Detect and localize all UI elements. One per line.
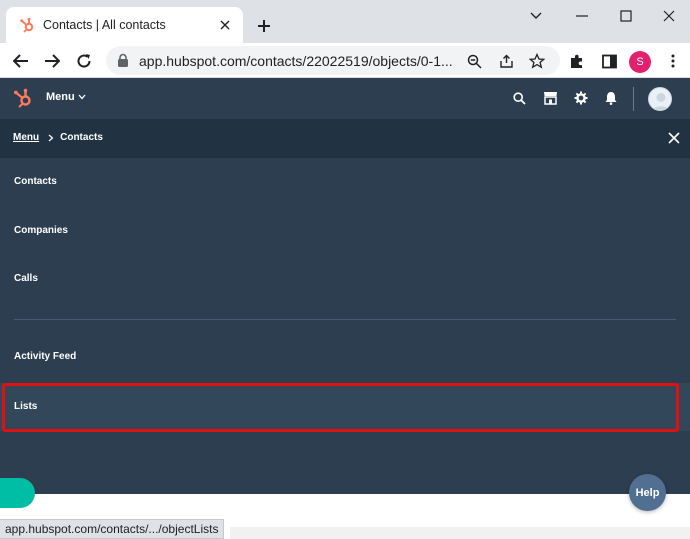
maximize-window-icon[interactable] [603, 4, 649, 28]
chevron-down-icon [78, 94, 86, 100]
contacts-submenu-panel: Contacts Companies Calls Activity Feed L… [0, 158, 690, 494]
menu-item-label: Contacts [14, 176, 57, 187]
back-arrow-icon[interactable] [8, 48, 34, 74]
browser-toolbar: app.hubspot.com/contacts/22022519/object… [0, 43, 690, 78]
extensions-puzzle-icon[interactable] [564, 48, 590, 74]
horizontal-scrollbar[interactable] [230, 527, 690, 539]
share-icon[interactable] [496, 51, 516, 71]
help-button[interactable]: Help [629, 474, 666, 511]
hubspot-favicon-icon [20, 17, 34, 33]
new-tab-plus-icon[interactable] [252, 14, 276, 38]
hubspot-top-nav: Menu [0, 78, 690, 119]
minimize-window-icon[interactable] [559, 4, 605, 28]
user-avatar[interactable] [648, 87, 672, 111]
tab-close-icon[interactable] [217, 17, 233, 33]
tab-search-chevron-icon[interactable] [513, 4, 559, 28]
status-bar-url: app.hubspot.com/contacts/.../objectLists [0, 519, 225, 539]
tab-title: Contacts | All contacts [43, 18, 166, 32]
menu-item-contacts[interactable]: Contacts [0, 158, 690, 206]
menu-breadcrumb-bar: Menu Contacts [0, 119, 690, 158]
browser-tab-strip: Contacts | All contacts [0, 0, 690, 43]
settings-gear-icon[interactable] [572, 89, 590, 107]
breadcrumb: Menu Contacts [13, 132, 103, 143]
browser-tab[interactable]: Contacts | All contacts [6, 7, 243, 43]
highlight-annotation-box [2, 383, 679, 432]
marketplace-icon[interactable] [541, 89, 559, 107]
lock-icon [118, 53, 128, 67]
chevron-right-icon [48, 134, 54, 142]
side-widget-tab[interactable] [0, 478, 35, 508]
breadcrumb-current: Contacts [60, 132, 103, 143]
notifications-bell-icon[interactable] [602, 89, 620, 107]
breadcrumb-menu-link[interactable]: Menu [13, 132, 39, 143]
close-window-icon[interactable] [646, 4, 690, 28]
close-icon[interactable] [667, 131, 681, 145]
zoom-icon[interactable] [464, 51, 484, 71]
menu-item-companies[interactable]: Companies [0, 207, 690, 255]
bookmark-star-icon[interactable] [527, 51, 547, 71]
forward-arrow-icon[interactable] [39, 48, 65, 74]
hubspot-menu-toggle[interactable]: Menu [46, 91, 86, 103]
profile-avatar[interactable]: S [629, 51, 651, 73]
menu-divider [14, 319, 676, 320]
side-panel-icon[interactable] [596, 48, 622, 74]
browser-menu-kebab-icon[interactable] [660, 48, 686, 74]
menu-item-label: Companies [14, 225, 68, 236]
search-icon[interactable] [510, 89, 528, 107]
menu-item-calls[interactable]: Calls [0, 255, 690, 303]
nav-divider [633, 87, 634, 111]
menu-item-label: Calls [14, 273, 38, 284]
reload-icon[interactable] [71, 48, 97, 74]
address-bar[interactable]: app.hubspot.com/contacts/22022519/object… [106, 46, 560, 75]
menu-item-activity-feed[interactable]: Activity Feed [0, 333, 690, 381]
url-text: app.hubspot.com/contacts/22022519/object… [139, 53, 453, 69]
menu-item-label: Activity Feed [14, 351, 77, 362]
user-silhouette-icon [652, 93, 670, 110]
hubspot-logo-icon[interactable] [12, 87, 34, 109]
